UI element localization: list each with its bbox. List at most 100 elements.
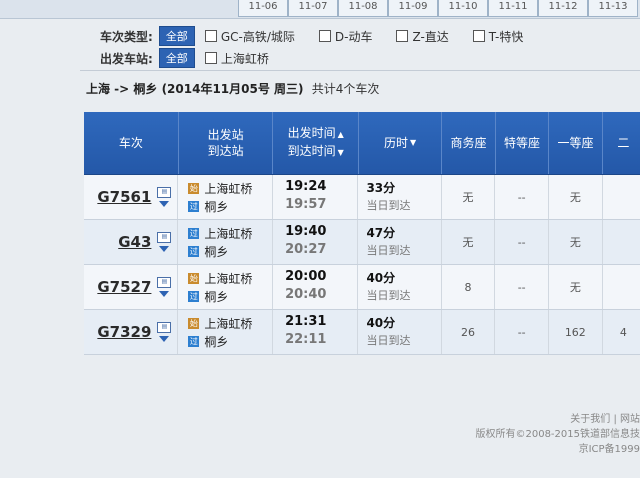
date-tab[interactable]: 11-09 xyxy=(388,0,438,17)
route-text: 上海 -> 桐乡 (2014年11月05号 周三) xyxy=(86,82,304,96)
train-number-link[interactable]: G7329 xyxy=(97,323,151,341)
station-cell: 始上海虹桥 过桐乡 xyxy=(178,265,274,309)
type-option-z[interactable]: Z-直达 xyxy=(396,28,449,45)
footer-copyright: 版权所有©2008-2015铁道部信息技 xyxy=(475,429,640,440)
info-card-icon[interactable]: ▤ xyxy=(157,277,172,288)
special-seat-cell: -- xyxy=(495,220,549,264)
type-option-t[interactable]: T-特快 xyxy=(472,28,524,45)
time-cell: 19:40 20:27 xyxy=(273,220,359,264)
second-class-cell xyxy=(603,220,640,264)
info-card-icon[interactable]: ▤ xyxy=(157,232,172,243)
second-class-cell xyxy=(603,265,640,309)
date-tab[interactable]: 11-13 xyxy=(588,0,638,17)
checkbox-icon[interactable] xyxy=(472,30,485,42)
type-option-label: GC-高铁/城际 xyxy=(220,29,295,44)
train-number-link[interactable]: G43 xyxy=(118,233,151,251)
info-card-icon[interactable]: ▤ xyxy=(157,322,172,333)
type-option-gc[interactable]: GC-高铁/城际 xyxy=(204,28,295,45)
first-class-cell: 162 xyxy=(549,310,603,354)
start-station-badge: 始 xyxy=(188,182,200,194)
train-cell: G43 ▤ xyxy=(84,220,179,264)
train-type-filter: 车次类型: 全部 GC-高铁/城际 D-动车 Z-直达 T-特快 xyxy=(100,26,547,46)
second-class-cell xyxy=(603,175,640,219)
station-cell: 始上海虹桥 过桐乡 xyxy=(178,175,274,219)
date-tab[interactable]: 11-11 xyxy=(488,0,538,17)
header-duration[interactable]: 历时 ▼ xyxy=(359,112,443,174)
arrival-time: 22:11 xyxy=(285,332,327,347)
checkbox-icon[interactable] xyxy=(396,30,409,42)
special-seat-cell: -- xyxy=(495,310,549,354)
arrival-station: 桐乡 xyxy=(204,244,229,259)
date-tab[interactable]: 11-10 xyxy=(438,0,488,17)
duration: 47分 xyxy=(366,226,396,240)
duration-cell: 33分 当日到达 xyxy=(358,175,442,219)
arrival-note: 当日到达 xyxy=(366,244,411,257)
info-card-icon[interactable]: ▤ xyxy=(157,187,172,198)
header-train[interactable]: 车次 xyxy=(84,112,179,174)
expand-arrow-icon[interactable] xyxy=(159,291,170,297)
date-tabs: 11-06 11-07 11-08 11-09 11-10 11-11 11-1… xyxy=(238,0,638,18)
date-tab[interactable]: 11-06 xyxy=(238,0,288,17)
table-row[interactable]: G7329 ▤ 始上海虹桥 过桐乡 21:31 22:11 40分 当日到达 2… xyxy=(84,310,640,355)
train-cell: G7527 ▤ xyxy=(84,265,179,309)
header-business-seat: 商务座 xyxy=(442,112,496,174)
duration-cell: 40分 当日到达 xyxy=(358,310,442,354)
expand-arrow-icon[interactable] xyxy=(159,246,170,252)
station-option-label: 上海虹桥 xyxy=(220,51,269,66)
checkbox-icon[interactable] xyxy=(204,52,217,64)
page-footer: 关于我们 | 网站 版权所有©2008-2015铁道部信息技 京ICP备1999 xyxy=(420,412,640,457)
header-times[interactable]: 出发时间 ▲ 到达时间 ▼ xyxy=(273,112,359,174)
date-tab[interactable]: 11-07 xyxy=(288,0,338,17)
train-type-label: 车次类型: xyxy=(100,29,153,44)
departure-station-filter: 出发车站: 全部 上海虹桥 xyxy=(100,48,293,68)
table-row[interactable]: G7527 ▤ 始上海虹桥 过桐乡 20:00 20:40 40分 当日到达 8… xyxy=(84,265,640,310)
type-option-label: D-动车 xyxy=(334,29,373,44)
date-tab[interactable]: 11-12 xyxy=(538,0,588,17)
departure-station-label: 出发车站: xyxy=(100,51,153,66)
departure-time: 20:00 xyxy=(285,269,327,284)
type-option-d[interactable]: D-动车 xyxy=(318,28,373,45)
station-all-button[interactable]: 全部 xyxy=(158,48,195,68)
header-first-class: 一等座 xyxy=(549,112,603,174)
pass-station-badge: 过 xyxy=(188,290,200,302)
departure-time: 21:31 xyxy=(285,314,327,329)
pass-station-badge: 过 xyxy=(188,245,200,257)
station-option[interactable]: 上海虹桥 xyxy=(204,50,269,67)
type-option-label: T-特快 xyxy=(488,29,524,44)
pass-station-badge: 过 xyxy=(188,200,200,212)
train-number-link[interactable]: G7561 xyxy=(97,188,151,206)
sort-down-icon: ▼ xyxy=(337,148,344,157)
checkbox-icon[interactable] xyxy=(318,30,331,42)
first-class-cell: 无 xyxy=(549,220,603,264)
business-seat-cell: 无 xyxy=(442,175,496,219)
departure-station: 上海虹桥 xyxy=(204,181,253,196)
table-row[interactable]: G43 ▤ 过上海虹桥 过桐乡 19:40 20:27 47分 当日到达 无 -… xyxy=(84,220,640,265)
first-class-cell: 无 xyxy=(549,265,603,309)
arrival-time: 19:57 xyxy=(285,197,327,212)
start-station-badge: 始 xyxy=(188,317,200,329)
duration: 33分 xyxy=(366,181,396,195)
business-seat-cell: 26 xyxy=(442,310,496,354)
route-summary: 上海 -> 桐乡 (2014年11月05号 周三) 共计4个车次 xyxy=(86,80,379,97)
station-cell: 始上海虹桥 过桐乡 xyxy=(178,310,274,354)
date-tab[interactable]: 11-08 xyxy=(338,0,388,17)
expand-arrow-icon[interactable] xyxy=(159,336,170,342)
train-number-link[interactable]: G7527 xyxy=(97,278,151,296)
train-type-all-button[interactable]: 全部 xyxy=(158,26,195,46)
divider xyxy=(80,70,640,71)
train-table: 车次 出发站 到达站 出发时间 ▲ 到达时间 ▼ 历时 ▼ 商务座 特等座 一等座 二… xyxy=(84,112,640,355)
sort-up-icon: ▲ xyxy=(337,130,344,139)
date-tab-bar: 11-06 11-07 11-08 11-09 11-10 11-11 11-1… xyxy=(0,0,640,19)
table-row[interactable]: G7561 ▤ 始上海虹桥 过桐乡 19:24 19:57 33分 当日到达 无… xyxy=(84,175,640,220)
pass-station-badge: 过 xyxy=(188,335,200,347)
start-station-badge: 始 xyxy=(188,272,200,284)
departure-station: 上海虹桥 xyxy=(204,316,253,331)
checkbox-icon[interactable] xyxy=(204,30,217,42)
duration: 40分 xyxy=(366,271,396,285)
second-class-cell: 4 xyxy=(619,325,627,339)
footer-icp: 京ICP备1999 xyxy=(578,444,640,455)
header-second-class: 二 xyxy=(617,136,630,150)
footer-links[interactable]: 关于我们 | 网站 xyxy=(420,412,640,427)
departure-time: 19:24 xyxy=(285,179,327,194)
expand-arrow-icon[interactable] xyxy=(159,201,170,207)
